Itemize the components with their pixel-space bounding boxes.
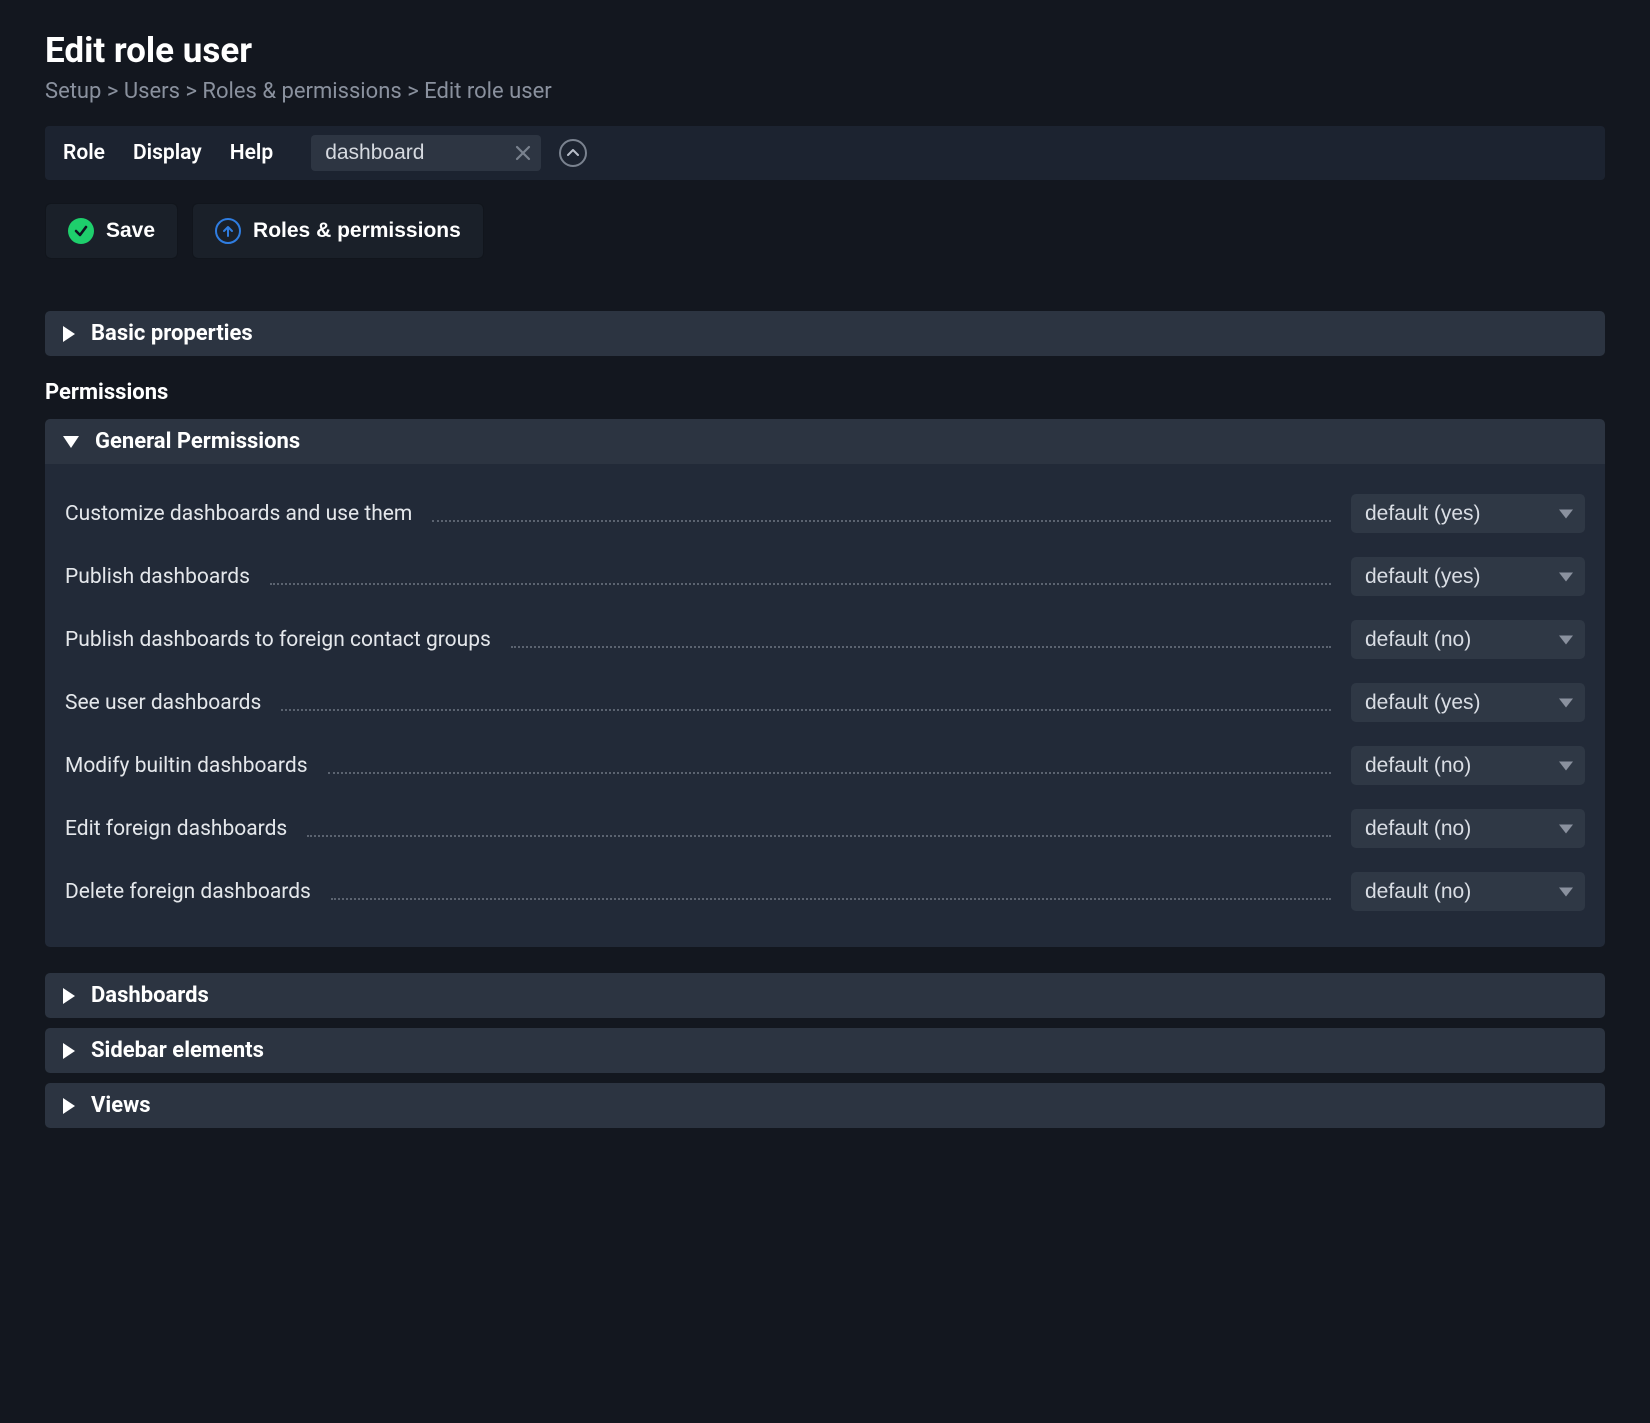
breadcrumb-separator: >	[407, 79, 424, 104]
arrow-up-icon	[215, 218, 241, 244]
permission-label: See user dashboards	[65, 691, 261, 715]
dotted-line	[328, 772, 1331, 774]
section-title: Views	[91, 1093, 151, 1118]
permission-row: Edit foreign dashboards default (no)	[65, 797, 1585, 860]
page-title: Edit role user	[45, 30, 1605, 71]
permission-select[interactable]: default (no)	[1351, 809, 1585, 848]
dotted-line	[331, 898, 1331, 900]
permission-row: Publish dashboards to foreign contact gr…	[65, 608, 1585, 671]
permission-select[interactable]: default (yes)	[1351, 557, 1585, 596]
chevron-down-icon	[63, 436, 79, 448]
search-input[interactable]	[311, 135, 541, 171]
close-icon[interactable]	[515, 145, 531, 161]
dotted-line	[511, 646, 1331, 648]
roles-permissions-label: Roles & permissions	[253, 219, 461, 243]
action-row: Save Roles & permissions	[45, 203, 1605, 259]
dotted-line	[307, 835, 1331, 837]
permission-label: Delete foreign dashboards	[65, 880, 311, 904]
permission-label: Publish dashboards	[65, 565, 250, 589]
dotted-line	[270, 583, 1331, 585]
section-title: Sidebar elements	[91, 1038, 264, 1063]
permission-row: Publish dashboards default (yes)	[65, 545, 1585, 608]
section-sidebar-elements[interactable]: Sidebar elements	[45, 1028, 1605, 1073]
chevron-up-icon[interactable]	[559, 139, 587, 167]
section-basic-properties[interactable]: Basic properties	[45, 311, 1605, 356]
permission-row: Customize dashboards and use them defaul…	[65, 482, 1585, 545]
breadcrumb-separator: >	[107, 79, 124, 104]
dotted-line	[432, 520, 1331, 522]
permission-row: Delete foreign dashboards default (no)	[65, 860, 1585, 923]
general-permissions-body: Customize dashboards and use them defaul…	[45, 464, 1605, 947]
permission-select[interactable]: default (yes)	[1351, 494, 1585, 533]
section-title: Dashboards	[91, 983, 209, 1008]
chevron-right-icon	[63, 988, 75, 1004]
menu-display[interactable]: Display	[133, 141, 202, 165]
roles-permissions-button[interactable]: Roles & permissions	[192, 203, 484, 259]
chevron-right-icon	[63, 326, 75, 342]
permission-label: Edit foreign dashboards	[65, 817, 287, 841]
menu-role[interactable]: Role	[63, 141, 105, 165]
breadcrumb-separator: >	[185, 79, 202, 104]
chevron-right-icon	[63, 1043, 75, 1059]
section-views[interactable]: Views	[45, 1083, 1605, 1128]
menu-help[interactable]: Help	[230, 141, 273, 165]
section-general-permissions[interactable]: General Permissions	[45, 419, 1605, 464]
permission-select[interactable]: default (no)	[1351, 746, 1585, 785]
toolbar: Role Display Help	[45, 126, 1605, 180]
breadcrumb: Setup > Users > Roles & permissions > Ed…	[45, 79, 1605, 104]
permission-row: Modify builtin dashboards default (no)	[65, 734, 1585, 797]
check-icon	[68, 218, 94, 244]
permission-select[interactable]: default (no)	[1351, 872, 1585, 911]
permission-label: Publish dashboards to foreign contact gr…	[65, 628, 491, 652]
section-dashboards[interactable]: Dashboards	[45, 973, 1605, 1018]
breadcrumb-item[interactable]: Roles & permissions	[202, 79, 401, 104]
section-title: Basic properties	[91, 321, 253, 346]
chevron-right-icon	[63, 1098, 75, 1114]
permission-row: See user dashboards default (yes)	[65, 671, 1585, 734]
permission-select[interactable]: default (no)	[1351, 620, 1585, 659]
save-button-label: Save	[106, 219, 155, 243]
permission-label: Modify builtin dashboards	[65, 754, 308, 778]
breadcrumb-item[interactable]: Setup	[45, 79, 101, 104]
section-title: General Permissions	[95, 429, 300, 454]
save-button[interactable]: Save	[45, 203, 178, 259]
permission-label: Customize dashboards and use them	[65, 502, 412, 526]
permission-select[interactable]: default (yes)	[1351, 683, 1585, 722]
permissions-heading: Permissions	[45, 380, 1605, 405]
breadcrumb-item[interactable]: Users	[124, 79, 180, 104]
breadcrumb-item: Edit role user	[424, 79, 552, 104]
dotted-line	[281, 709, 1331, 711]
